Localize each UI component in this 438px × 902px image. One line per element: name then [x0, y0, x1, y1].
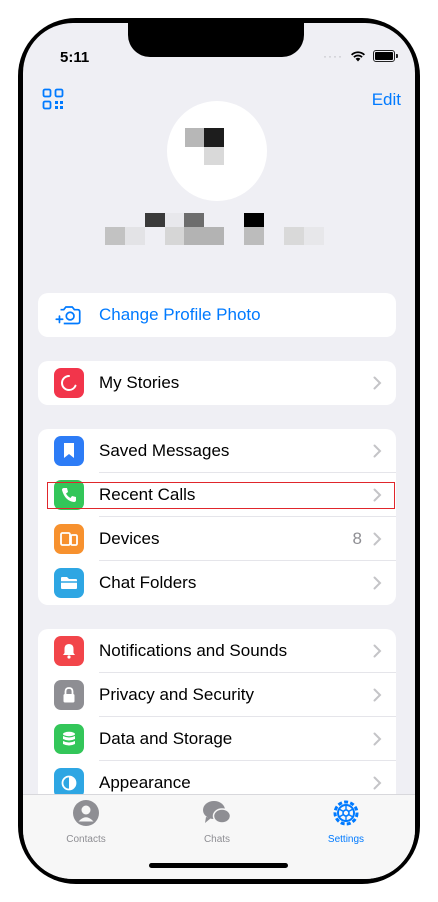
chevron-right-icon — [373, 376, 382, 390]
profile-avatar[interactable] — [167, 101, 267, 201]
data-storage-label: Data and Storage — [99, 729, 233, 748]
notifications-item[interactable]: Notifications and Sounds — [38, 629, 396, 673]
data-storage-item[interactable]: Data and Storage — [38, 717, 396, 761]
database-icon — [54, 724, 84, 754]
chat-bubbles-icon — [203, 801, 232, 824]
devices-count: 8 — [352, 529, 362, 548]
privacy-item[interactable]: Privacy and Security — [38, 673, 396, 717]
battery-icon — [372, 50, 398, 62]
highlight-box — [47, 482, 395, 509]
qr-code-icon[interactable] — [42, 88, 64, 110]
chevron-right-icon — [373, 776, 382, 790]
chevron-right-icon — [373, 576, 382, 590]
privacy-label: Privacy and Security — [99, 685, 254, 704]
status-time: 5:11 — [60, 49, 90, 66]
chevron-right-icon — [373, 688, 382, 702]
change-profile-photo-label: Change Profile Photo — [99, 305, 261, 324]
notch — [128, 23, 304, 57]
devices-label: Devices — [99, 529, 160, 548]
stories-icon — [54, 368, 84, 398]
folder-icon — [54, 568, 84, 598]
saved-messages-label: Saved Messages — [99, 441, 230, 460]
chevron-right-icon — [373, 444, 382, 458]
chevron-right-icon — [373, 644, 382, 658]
appearance-label: Appearance — [99, 773, 191, 792]
tab-chats-label: Chats — [203, 834, 231, 845]
notifications-label: Notifications and Sounds — [99, 641, 288, 660]
camera-add-icon — [55, 306, 81, 325]
tab-settings[interactable]: Settings — [296, 799, 396, 845]
devices-item[interactable]: Devices 8 — [38, 517, 396, 561]
chevron-right-icon — [373, 532, 382, 546]
signal-icon: ···· — [323, 49, 343, 63]
screen: 5:11 ···· Edit Change Profile Photo My S… — [23, 23, 415, 879]
profile-photo-card: Change Profile Photo — [38, 293, 396, 337]
gear-icon — [333, 800, 359, 826]
tab-chats[interactable]: Chats — [167, 799, 267, 845]
stories-card: My Stories — [38, 361, 396, 405]
my-stories-item[interactable]: My Stories — [38, 361, 396, 405]
home-indicator[interactable] — [149, 863, 288, 868]
tab-settings-label: Settings — [327, 834, 365, 845]
person-circle-icon — [73, 800, 99, 826]
bell-icon — [54, 636, 84, 666]
change-profile-photo-button[interactable]: Change Profile Photo — [38, 293, 396, 337]
chat-folders-label: Chat Folders — [99, 573, 197, 592]
main-settings-card: Saved Messages Recent Calls Devices 8 Ch… — [38, 429, 396, 605]
preferences-card: Notifications and Sounds Privacy and Sec… — [38, 629, 396, 819]
lock-icon — [54, 680, 84, 710]
devices-icon — [54, 524, 84, 554]
bookmark-icon — [54, 436, 84, 466]
chevron-right-icon — [373, 732, 382, 746]
wifi-icon — [350, 51, 365, 62]
saved-messages-item[interactable]: Saved Messages — [38, 429, 396, 473]
chat-folders-item[interactable]: Chat Folders — [38, 561, 396, 605]
status-icons: ···· — [323, 49, 398, 63]
tab-contacts[interactable]: Contacts — [36, 799, 136, 845]
edit-button[interactable]: Edit — [372, 90, 401, 110]
tab-contacts-label: Contacts — [66, 834, 106, 845]
my-stories-label: My Stories — [99, 373, 180, 392]
